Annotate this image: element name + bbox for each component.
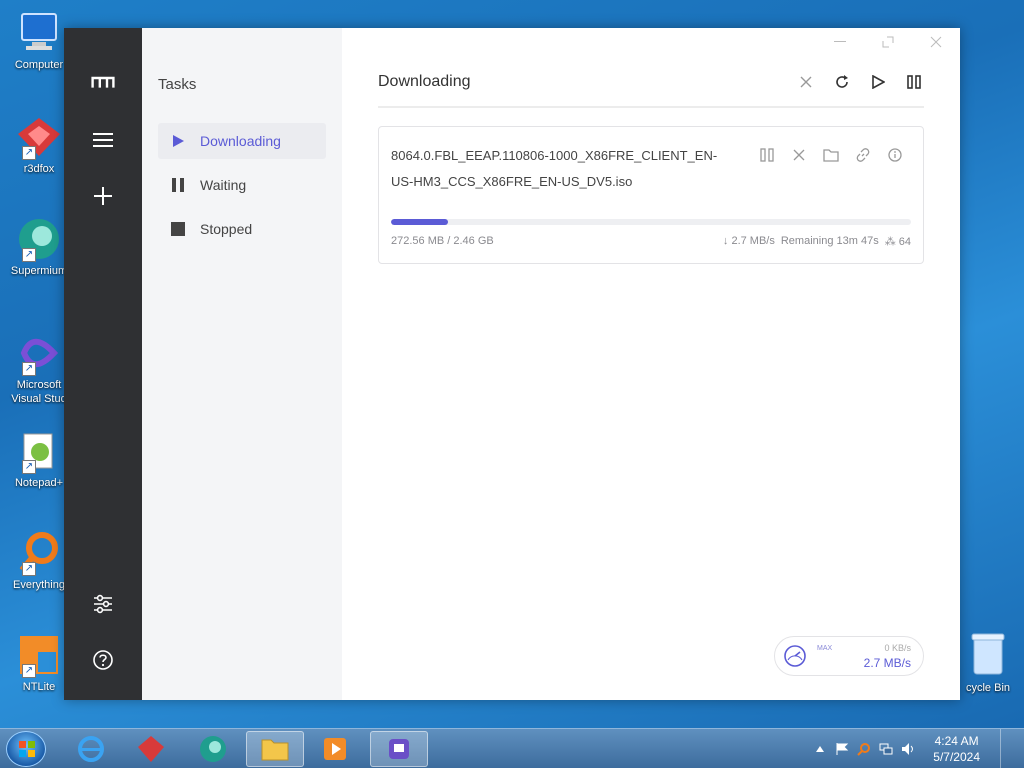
info-icon[interactable] bbox=[887, 147, 903, 163]
motrix-window: Tasks Downloading Waiting Stopped Downlo… bbox=[64, 28, 960, 700]
menu-icon[interactable] bbox=[91, 128, 115, 152]
help-icon[interactable] bbox=[91, 648, 115, 672]
sidebar-item-label: Stopped bbox=[200, 221, 253, 237]
nav-rail bbox=[64, 28, 142, 700]
main-panel: Downloading 8064.0.FBL_EEAP.110806-1000_… bbox=[342, 28, 960, 700]
progress-bar bbox=[391, 219, 911, 225]
clock-time: 4:24 AM bbox=[934, 734, 979, 748]
taskbar-supermium[interactable] bbox=[184, 731, 242, 767]
taskbar-r3dfox[interactable] bbox=[122, 731, 180, 767]
task-size: 272.56 MB / 2.46 GB bbox=[391, 235, 494, 247]
taskbar-explorer[interactable] bbox=[246, 731, 304, 767]
shortcut-arrow-icon: ↗ bbox=[22, 460, 36, 474]
speedometer-icon bbox=[783, 644, 807, 668]
pause-task-icon[interactable] bbox=[759, 147, 775, 163]
page-title: Downloading bbox=[378, 73, 471, 90]
speed-max-label: MAX bbox=[817, 645, 833, 652]
sidebar-title: Tasks bbox=[158, 76, 197, 93]
download-speed: 2.7 MB/s bbox=[863, 656, 911, 670]
task-speed: ↓ 2.7 MB/s bbox=[722, 235, 775, 247]
internet-explorer-icon bbox=[78, 736, 104, 762]
taskbar: 4:24 AM 5/7/2024 bbox=[0, 728, 1024, 768]
ntlite-icon: ↗ bbox=[16, 632, 62, 678]
desktop-icon-label: cycle Bin bbox=[965, 682, 1011, 694]
speedometer[interactable]: MAX 0 KB/s 2.7 MB/s bbox=[774, 636, 924, 676]
play-icon bbox=[170, 133, 186, 149]
pause-all-icon[interactable] bbox=[904, 72, 924, 92]
task-meta: 272.56 MB / 2.46 GB ↓ 2.7 MB/s Remaining… bbox=[391, 235, 911, 248]
close-window-icon[interactable] bbox=[924, 34, 948, 50]
recycle-bin-icon bbox=[970, 630, 1006, 676]
clock-date: 5/7/2024 bbox=[933, 750, 980, 764]
preferences-icon[interactable] bbox=[91, 592, 115, 616]
task-actions bbox=[759, 147, 903, 163]
shortcut-arrow-icon: ↗ bbox=[22, 562, 36, 576]
notepad-plus-icon: ↗ bbox=[16, 428, 62, 474]
volume-icon[interactable] bbox=[901, 742, 915, 756]
shortcut-arrow-icon: ↗ bbox=[22, 362, 36, 376]
task-connections: ⁂ 64 bbox=[884, 236, 911, 248]
desktop-icons: Computer ↗ r3dfox ↗ Supermium ↗ Microsof… bbox=[0, 0, 67, 728]
r3dfox-icon bbox=[138, 736, 164, 762]
clock[interactable]: 4:24 AM 5/7/2024 bbox=[933, 733, 980, 765]
sidebar-item-label: Downloading bbox=[200, 133, 281, 149]
task-item[interactable]: 8064.0.FBL_EEAP.110806-1000_X86FRE_CLIEN… bbox=[378, 126, 924, 264]
delete-task-icon[interactable] bbox=[791, 147, 807, 163]
media-player-icon bbox=[324, 738, 346, 760]
header-actions bbox=[796, 72, 924, 92]
folder-icon[interactable] bbox=[823, 147, 839, 163]
network-icon[interactable] bbox=[879, 742, 893, 756]
sidebar-item-stopped[interactable]: Stopped bbox=[158, 211, 326, 247]
upload-speed: 0 KB/s bbox=[884, 643, 911, 653]
taskbar-ie[interactable] bbox=[62, 731, 120, 767]
window-controls bbox=[828, 34, 948, 50]
taskbar-media-player[interactable] bbox=[306, 731, 364, 767]
pause-icon bbox=[170, 177, 186, 193]
system-tray: 4:24 AM 5/7/2024 bbox=[813, 729, 1024, 768]
task-list-header: Downloading bbox=[378, 72, 924, 108]
task-remaining: Remaining 13m 47s bbox=[780, 235, 879, 247]
windows-logo-icon bbox=[19, 741, 35, 757]
folder-icon bbox=[261, 739, 289, 761]
sidebar-item-downloading[interactable]: Downloading bbox=[158, 123, 326, 159]
tray-icons bbox=[813, 742, 915, 756]
progress-fill bbox=[391, 219, 449, 225]
supermium-icon: ↗ bbox=[16, 216, 62, 262]
start-button[interactable] bbox=[6, 731, 46, 767]
sidebar-item-label: Waiting bbox=[200, 177, 247, 193]
shortcut-arrow-icon: ↗ bbox=[22, 146, 36, 160]
chevron-up-icon[interactable] bbox=[813, 742, 827, 756]
minimize-icon[interactable] bbox=[828, 34, 852, 50]
task-filename: 8064.0.FBL_EEAP.110806-1000_X86FRE_CLIEN… bbox=[391, 148, 718, 189]
taskbar-motrix[interactable] bbox=[370, 731, 428, 767]
stop-icon bbox=[170, 221, 186, 237]
speedometer-labels: MAX 0 KB/s 2.7 MB/s bbox=[807, 637, 911, 675]
computer-icon bbox=[16, 10, 62, 56]
show-desktop-button[interactable] bbox=[1000, 729, 1014, 768]
sidebar-item-waiting[interactable]: Waiting bbox=[158, 167, 326, 203]
add-task-icon[interactable] bbox=[91, 184, 115, 208]
search-tray-icon[interactable] bbox=[857, 742, 871, 756]
maximize-icon[interactable] bbox=[876, 34, 900, 50]
supermium-icon bbox=[200, 736, 226, 762]
app-logo-icon bbox=[91, 70, 115, 94]
visual-studio-icon: ↗ bbox=[16, 330, 62, 376]
delete-all-icon[interactable] bbox=[796, 72, 816, 92]
shortcut-arrow-icon: ↗ bbox=[22, 664, 36, 678]
r3dfox-icon: ↗ bbox=[16, 114, 62, 160]
task-sidebar: Tasks Downloading Waiting Stopped bbox=[142, 28, 342, 700]
motrix-icon bbox=[389, 739, 409, 759]
shortcut-arrow-icon: ↗ bbox=[22, 248, 36, 262]
action-center-flag-icon[interactable] bbox=[835, 742, 849, 756]
refresh-icon[interactable] bbox=[832, 72, 852, 92]
link-icon[interactable] bbox=[855, 147, 871, 163]
everything-icon: ↗ bbox=[16, 530, 62, 576]
desktop-icon-recycle-bin[interactable]: cycle Bin bbox=[952, 630, 1024, 694]
resume-all-icon[interactable] bbox=[868, 72, 888, 92]
